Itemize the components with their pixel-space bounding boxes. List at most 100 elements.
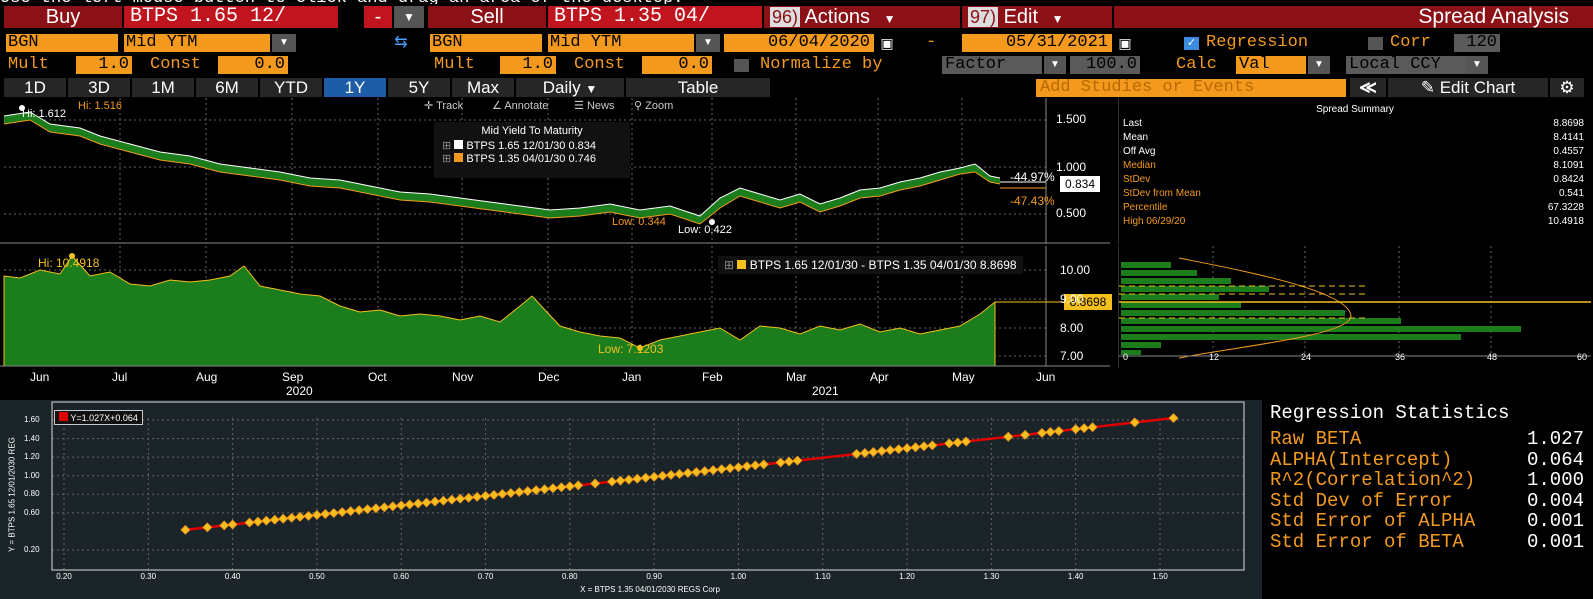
end-date-field[interactable]: 05/31/2021 (962, 34, 1112, 52)
ytick: 8.00 (1060, 321, 1084, 335)
studies-input[interactable]: Add Studies or Events (1036, 79, 1346, 97)
const1-field[interactable]: 0.0 (218, 56, 288, 74)
regression-stat-row: Std Dev of Error 0.004 (1270, 489, 1590, 512)
sell-source-field[interactable]: BGN (430, 34, 542, 52)
spread-low-label: Low: 7.1203 (598, 342, 664, 356)
start-date-field[interactable]: 06/04/2020 (724, 34, 874, 52)
legend-swatch (454, 140, 464, 149)
annotate-button[interactable]: ∠ Annotate (492, 99, 548, 112)
actions-label: Actions (804, 6, 871, 28)
spread-chart-panel: Hi: 10.4918 Low: 7.1203 ⊞ BTPS 1.65 12/0… (0, 246, 1112, 398)
regression-scatter[interactable] (0, 400, 1262, 599)
scatter-xlabel: X = BTPS 1.35 04/01/2030 REGS Corp (580, 585, 720, 594)
tab-1d[interactable]: 1D (4, 78, 66, 97)
track-button[interactable]: ✛ Track (424, 99, 463, 112)
tab-1y[interactable]: 1Y (324, 78, 386, 97)
regression-stat-label: Std Dev of Error (1270, 489, 1453, 512)
news-button[interactable]: ☰ News (574, 99, 614, 112)
mult1-field[interactable]: 1.0 (76, 56, 132, 74)
hist-xtick: 0 (1123, 352, 1129, 362)
tab-1m[interactable]: 1M (132, 78, 194, 97)
corr-window-field[interactable]: 120 (1454, 34, 1500, 52)
scatter-xtick: 1.30 (983, 572, 1000, 581)
regression-checkbox[interactable]: ✓ (1184, 37, 1199, 50)
legend-swatch (737, 260, 747, 269)
xtick: Mar (786, 370, 807, 384)
scatter-panel: Y=1.027X+0.064 Y = BTPS 1.65 12/01/2030 … (0, 400, 1262, 599)
collapse-button[interactable]: ≪ (1350, 78, 1386, 97)
buy-label: Buy (4, 6, 122, 28)
legend-item[interactable]: ⊞ BTPS 1.35 04/01/30 0.746 (442, 152, 622, 165)
normalize-checkbox[interactable] (734, 59, 749, 72)
legend-item[interactable]: ⊞ BTPS 1.65 12/01/30 0.834 (442, 139, 622, 152)
normalize-select[interactable]: Factor (942, 56, 1042, 74)
summary-label: StDev (1123, 174, 1151, 185)
tab-5y[interactable]: 5Y (388, 78, 450, 97)
chevron-down-icon[interactable]: ▼ (696, 34, 720, 52)
corr-label: Corr (1390, 33, 1431, 52)
tab-6m[interactable]: 6M (196, 78, 258, 97)
tab-ytd[interactable]: YTD (260, 78, 322, 97)
legend-swatch (59, 412, 68, 421)
actions-menu[interactable]: 96) Actions ▼ (764, 6, 960, 28)
hist-xtick: 24 (1301, 352, 1312, 362)
summary-label: Last (1123, 118, 1142, 129)
year-label: 2020 (286, 384, 313, 398)
scatter-ytick: 1.20 (24, 452, 40, 462)
const-label: Const (150, 55, 202, 74)
scatter-xtick: 0.30 (140, 572, 157, 581)
sell-field-select[interactable]: Mid YTM (548, 34, 694, 52)
zoom-button[interactable]: ⚲ Zoom (634, 99, 673, 112)
spread-legend[interactable]: ⊞ BTPS 1.65 12/01/30 - BTPS 1.35 04/01/3… (718, 256, 1023, 274)
chevron-down-icon[interactable]: ▼ (1044, 56, 1066, 74)
const2-field[interactable]: 0.0 (642, 56, 712, 74)
xtick: Jul (112, 370, 128, 384)
swap-icon[interactable]: ⇆ (386, 34, 416, 52)
calendar-icon[interactable]: ▣ (876, 34, 898, 52)
chevron-down-icon[interactable]: ▼ (1308, 56, 1330, 74)
chevron-down-icon[interactable]: ▼ (1466, 56, 1488, 74)
buy-field-select[interactable]: Mid YTM (124, 34, 270, 52)
calc-select[interactable]: Val (1236, 56, 1306, 74)
daily-dropdown[interactable]: Daily ▼ (516, 78, 624, 97)
chevron-down-icon[interactable]: ▼ (272, 34, 296, 52)
header-bar: Buy BTPS 1.65 12/ - ▼ Sell BTPS 1.35 04/… (0, 4, 1593, 32)
xtick: Nov (452, 370, 474, 384)
sell-security-field[interactable]: BTPS 1.35 04/ (548, 6, 762, 28)
regression-equation-legend[interactable]: Y=1.027X+0.064 (54, 410, 143, 425)
regression-stat-label: R^2(Correlation^2) (1270, 469, 1476, 491)
scatter-xtick: 0.40 (224, 572, 241, 581)
regression-stat-row: Std Error of BETA 0.001 (1270, 531, 1590, 553)
dash-dropdown-arrow[interactable]: ▼ (394, 6, 424, 28)
pencil-icon: ∠ (492, 100, 502, 112)
gear-icon[interactable]: ⚙ (1550, 78, 1584, 97)
dash-dropdown[interactable]: - (364, 6, 392, 28)
tab-3d[interactable]: 3D (68, 78, 130, 97)
summary-label: Mean (1123, 132, 1149, 143)
pct-white-label: -44.97% (1010, 170, 1055, 184)
summary-label: Off Avg (1123, 146, 1156, 157)
corr-checkbox[interactable] (1368, 37, 1383, 50)
calendar-icon[interactable]: ▣ (1114, 34, 1136, 52)
ytick: 9.00 (1060, 292, 1084, 306)
hi-orange-label: Hi: 1.516 (78, 100, 123, 112)
zoom-icon: ⚲ (634, 100, 643, 112)
xtick: Aug (196, 370, 218, 384)
multiplier-row: Mult 1.0 Const 0.0 Mult 1.0 Const 0.0 No… (0, 54, 1593, 76)
edit-chart-button[interactable]: ✎ Edit Chart (1388, 78, 1548, 97)
summary-value: 8.4141 (1553, 132, 1584, 143)
tab-max[interactable]: Max (452, 78, 514, 97)
ccy-select[interactable]: Local CCY (1346, 56, 1466, 74)
mult-label-2: Mult (434, 55, 475, 74)
mult2-field[interactable]: 1.0 (500, 56, 556, 74)
xtick: Jun (30, 370, 50, 384)
scatter-ytick: 1.40 (24, 433, 40, 443)
buy-security-field[interactable]: BTPS 1.65 12/ (124, 6, 338, 28)
table-button[interactable]: Table (626, 78, 770, 97)
edit-menu[interactable]: 97) Edit ▼ (962, 6, 1112, 28)
pct-orange-label: -47.43% (1010, 194, 1055, 208)
normalize-value-field[interactable]: 100.0 (1070, 56, 1140, 74)
buy-source-field[interactable]: BGN (6, 34, 118, 52)
spread-histogram[interactable] (1119, 246, 1591, 368)
scatter-ytick: 1.00 (24, 470, 40, 480)
